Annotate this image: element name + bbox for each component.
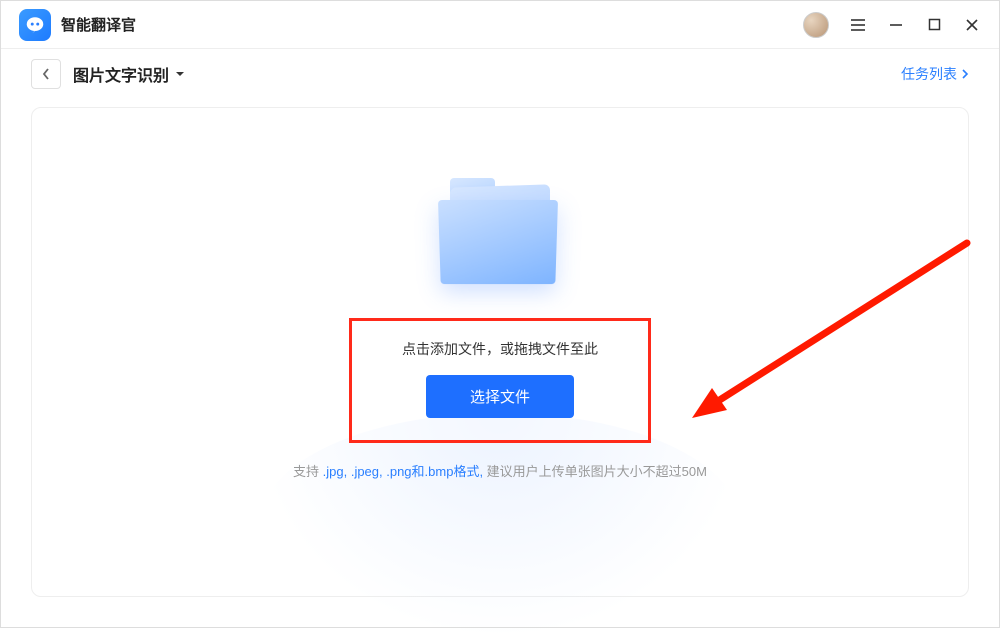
user-avatar[interactable] <box>803 12 829 38</box>
annotation-arrow <box>672 238 972 438</box>
select-file-button[interactable]: 选择文件 <box>426 375 574 418</box>
support-prefix: 支持 <box>293 464 319 479</box>
support-formats: .jpg, .jpeg, .png和.bmp格式, <box>319 464 483 479</box>
upload-panel: 点击添加文件，或拖拽文件至此 选择文件 支持 .jpg, .jpeg, .png… <box>31 107 969 597</box>
chevron-right-icon <box>961 68 969 80</box>
app-logo <box>19 9 51 41</box>
maximize-icon[interactable] <box>925 16 943 34</box>
support-text: 支持 .jpg, .jpeg, .png和.bmp格式, 建议用户上传单张图片大… <box>293 461 707 480</box>
page-title-dropdown[interactable]: 图片文字识别 <box>73 62 185 86</box>
support-suffix: 建议用户上传单张图片大小不超过50M <box>483 464 707 479</box>
close-icon[interactable] <box>963 16 981 34</box>
decorative-shadow <box>260 413 740 633</box>
chevron-down-icon <box>175 70 185 78</box>
folder-icon <box>430 178 570 298</box>
page-title-label: 图片文字识别 <box>73 62 169 86</box>
task-list-link[interactable]: 任务列表 <box>901 64 969 84</box>
drop-zone[interactable]: 点击添加文件，或拖拽文件至此 选择文件 <box>349 318 651 443</box>
app-title: 智能翻译官 <box>61 14 136 35</box>
drop-hint-text: 点击添加文件，或拖拽文件至此 <box>402 339 598 359</box>
back-button[interactable] <box>31 59 61 89</box>
minimize-icon[interactable] <box>887 16 905 34</box>
titlebar: 智能翻译官 <box>1 1 999 49</box>
task-list-label: 任务列表 <box>901 64 957 84</box>
menu-icon[interactable] <box>849 16 867 34</box>
toolbar: 图片文字识别 任务列表 <box>1 49 999 99</box>
